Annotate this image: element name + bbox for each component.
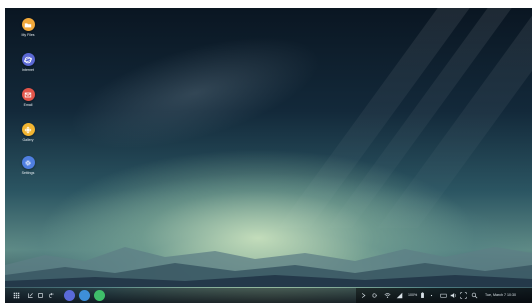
light-streak	[377, 8, 532, 228]
desktop-icon-label: Email	[23, 103, 33, 107]
home-icon[interactable]	[36, 291, 45, 300]
samsung-app-icon[interactable]	[79, 290, 90, 301]
desktop-icon-label: Settings	[21, 171, 35, 175]
folder-icon	[21, 18, 35, 31]
globe-icon	[21, 53, 35, 66]
phone-app-icon[interactable]	[94, 290, 105, 301]
signal-icon[interactable]	[396, 292, 403, 299]
flower-icon	[21, 123, 35, 136]
gear-icon[interactable]	[371, 292, 378, 299]
gear-icon	[21, 156, 35, 169]
keyboard-icon[interactable]	[440, 292, 447, 299]
desktop-icon-label: Gallery	[22, 138, 34, 142]
battery-percentage: 100%	[408, 293, 418, 297]
desktop-icon-settings[interactable]: Settings	[11, 156, 45, 188]
taskbar: 100% Tue, March 7 10:30	[5, 288, 532, 303]
samsung-internet-icon[interactable]	[64, 290, 75, 301]
volume-icon[interactable]	[450, 292, 457, 299]
desktop-icon-label: My Files	[21, 33, 35, 37]
desktop-icon-internet[interactable]: Internet	[11, 53, 45, 85]
desktop-icon-label: Internet	[22, 68, 34, 72]
more-icon[interactable]	[428, 292, 435, 299]
milky-way	[57, 13, 333, 173]
search-icon[interactable]	[471, 292, 478, 299]
mountain-range	[5, 247, 532, 287]
desktop-icon-my-files[interactable]: My Files	[11, 18, 45, 50]
apps-grid-icon[interactable]	[12, 291, 21, 300]
desktop-icon-gallery[interactable]: Gallery	[11, 123, 45, 155]
clock-datetime[interactable]: Tue, March 7 10:30	[485, 293, 516, 297]
wifi-icon[interactable]	[384, 292, 391, 299]
back-icon[interactable]	[47, 291, 56, 300]
system-tray: 100% Tue, March 7 10:30	[356, 288, 532, 303]
envelope-icon	[21, 88, 35, 101]
chevron-right-icon[interactable]	[360, 292, 367, 299]
recent-apps-icon[interactable]	[26, 291, 35, 300]
screenshot-icon[interactable]	[460, 292, 467, 299]
desktop-icon-email[interactable]: Email	[11, 88, 45, 120]
battery-icon[interactable]	[419, 292, 426, 299]
desktop-screen: My Files Internet Email Gallery Settings	[5, 8, 532, 303]
